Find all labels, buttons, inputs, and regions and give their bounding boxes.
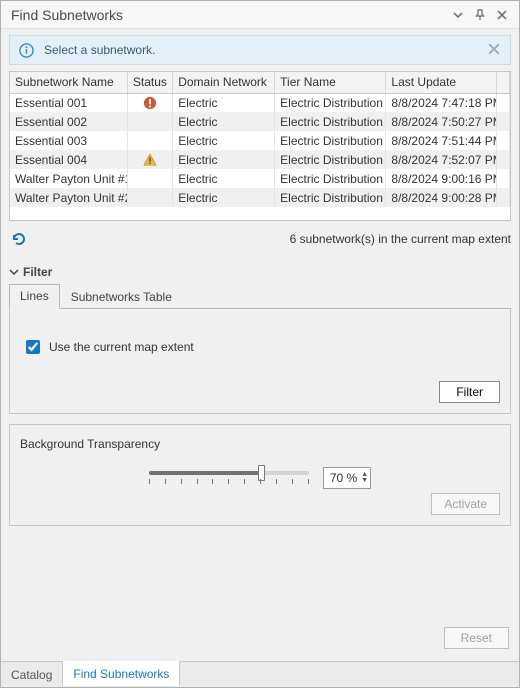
filter-tabstrip: Lines Subnetworks Table (9, 283, 511, 309)
filter-body: Use the current map extent Filter (9, 309, 511, 414)
cell-tier-name: Electric Distribution (275, 93, 386, 112)
activate-button[interactable]: Activate (431, 493, 500, 515)
table-row[interactable]: Essential 001 ElectricElectric Distributi… (10, 93, 510, 112)
use-current-map-extent-checkbox[interactable] (26, 340, 40, 354)
cell-status (127, 112, 172, 131)
status-row: 6 subnetwork(s) in the current map exten… (9, 227, 511, 251)
refresh-button[interactable] (9, 229, 29, 249)
cell-domain-network: Electric (173, 188, 275, 207)
table-row[interactable]: Walter Payton Unit #2 ElectricElectric Di… (10, 188, 510, 207)
transparency-spinner[interactable]: 70 % ▲▼ (323, 467, 371, 489)
table-row[interactable]: Essential 003 ElectricElectric Distributi… (10, 131, 510, 150)
info-icon (18, 42, 34, 58)
cell-domain-network: Electric (173, 169, 275, 188)
find-subnetworks-pane: Find Subnetworks Select a subnetwork. (0, 0, 520, 688)
info-close-icon[interactable] (488, 43, 502, 57)
table-row[interactable]: Essential 004 ElectricElectric Distributi… (10, 150, 510, 169)
cell-last-update: 8/8/2024 7:50:27 PM (386, 112, 496, 131)
cell-domain-network: Electric (173, 131, 275, 150)
cell-subnetwork-name: Essential 003 (10, 131, 127, 150)
pin-icon[interactable] (471, 6, 489, 24)
tab-subnetworks-table[interactable]: Subnetworks Table (60, 285, 183, 309)
cell-last-update: 8/8/2024 9:00:28 PM (386, 188, 496, 207)
info-text: Select a subnetwork. (44, 43, 488, 57)
bottom-tab-catalog[interactable]: Catalog (1, 662, 63, 687)
table-header-row[interactable]: Subnetwork Name Status Domain Network Ti… (10, 72, 510, 93)
cell-status (127, 131, 172, 150)
cell-last-update: 8/8/2024 7:52:07 PM (386, 150, 496, 169)
bottom-tab-find-subnetworks[interactable]: Find Subnetworks (63, 661, 180, 686)
cell-tier-name: Electric Distribution (275, 131, 386, 150)
cell-subnetwork-name: Essential 002 (10, 112, 127, 131)
cell-subnetwork-name: Walter Payton Unit #2 (10, 188, 127, 207)
cell-subnetwork-name: Walter Payton Unit #1 (10, 169, 127, 188)
chevron-down-icon[interactable] (449, 6, 467, 24)
transparency-value: 70 % (330, 471, 357, 485)
titlebar: Find Subnetworks (1, 1, 519, 29)
cell-tier-name: Electric Distribution (275, 188, 386, 207)
col-subnetwork-name[interactable]: Subnetwork Name (10, 72, 127, 93)
col-domain-network[interactable]: Domain Network (173, 72, 275, 93)
cell-status (127, 188, 172, 207)
cell-tier-name: Electric Distribution (275, 169, 386, 188)
table-row[interactable]: Essential 002 ElectricElectric Distributi… (10, 112, 510, 131)
cell-subnetwork-name: Essential 001 (10, 93, 127, 112)
cell-domain-network: Electric (173, 112, 275, 131)
tab-lines[interactable]: Lines (9, 284, 60, 309)
col-last-update[interactable]: Last Update (386, 72, 496, 93)
transparency-section: Background Transparency 70 % ▲▼ Activate (9, 424, 511, 526)
cell-domain-network: Electric (173, 150, 275, 169)
reset-button[interactable]: Reset (444, 627, 509, 649)
cell-last-update: 8/8/2024 7:51:44 PM (386, 131, 496, 150)
col-status[interactable]: Status (127, 72, 172, 93)
cell-status (127, 169, 172, 188)
cell-last-update: 8/8/2024 9:00:16 PM (386, 169, 496, 188)
cell-domain-network: Electric (173, 93, 275, 112)
chevron-down-icon (9, 267, 19, 277)
cell-status (127, 150, 172, 169)
cell-subnetwork-name: Essential 004 (10, 150, 127, 169)
cell-status (127, 93, 172, 112)
info-bar: Select a subnetwork. (9, 35, 511, 65)
pane-title: Find Subnetworks (11, 7, 445, 23)
filter-button[interactable]: Filter (439, 381, 500, 403)
cell-tier-name: Electric Distribution (275, 150, 386, 169)
col-tier-name[interactable]: Tier Name (275, 72, 386, 93)
bottom-tabstrip: Catalog Find Subnetworks (1, 661, 519, 687)
transparency-slider[interactable] (149, 465, 309, 491)
cell-last-update: 8/8/2024 7:47:18 PM (386, 93, 496, 112)
subnetworks-table[interactable]: Subnetwork Name Status Domain Network Ti… (9, 71, 511, 221)
transparency-label: Background Transparency (20, 437, 500, 451)
filter-header-label: Filter (23, 265, 52, 279)
spinner-arrows-icon[interactable]: ▲▼ (361, 472, 368, 484)
table-row[interactable]: Walter Payton Unit #1 ElectricElectric Di… (10, 169, 510, 188)
close-pane-icon[interactable] (493, 6, 511, 24)
cell-tier-name: Electric Distribution (275, 112, 386, 131)
col-end (496, 72, 509, 93)
use-current-map-extent-label: Use the current map extent (49, 340, 194, 354)
subnetwork-count: 6 subnetwork(s) in the current map exten… (29, 232, 511, 246)
filter-header[interactable]: Filter (9, 265, 511, 279)
